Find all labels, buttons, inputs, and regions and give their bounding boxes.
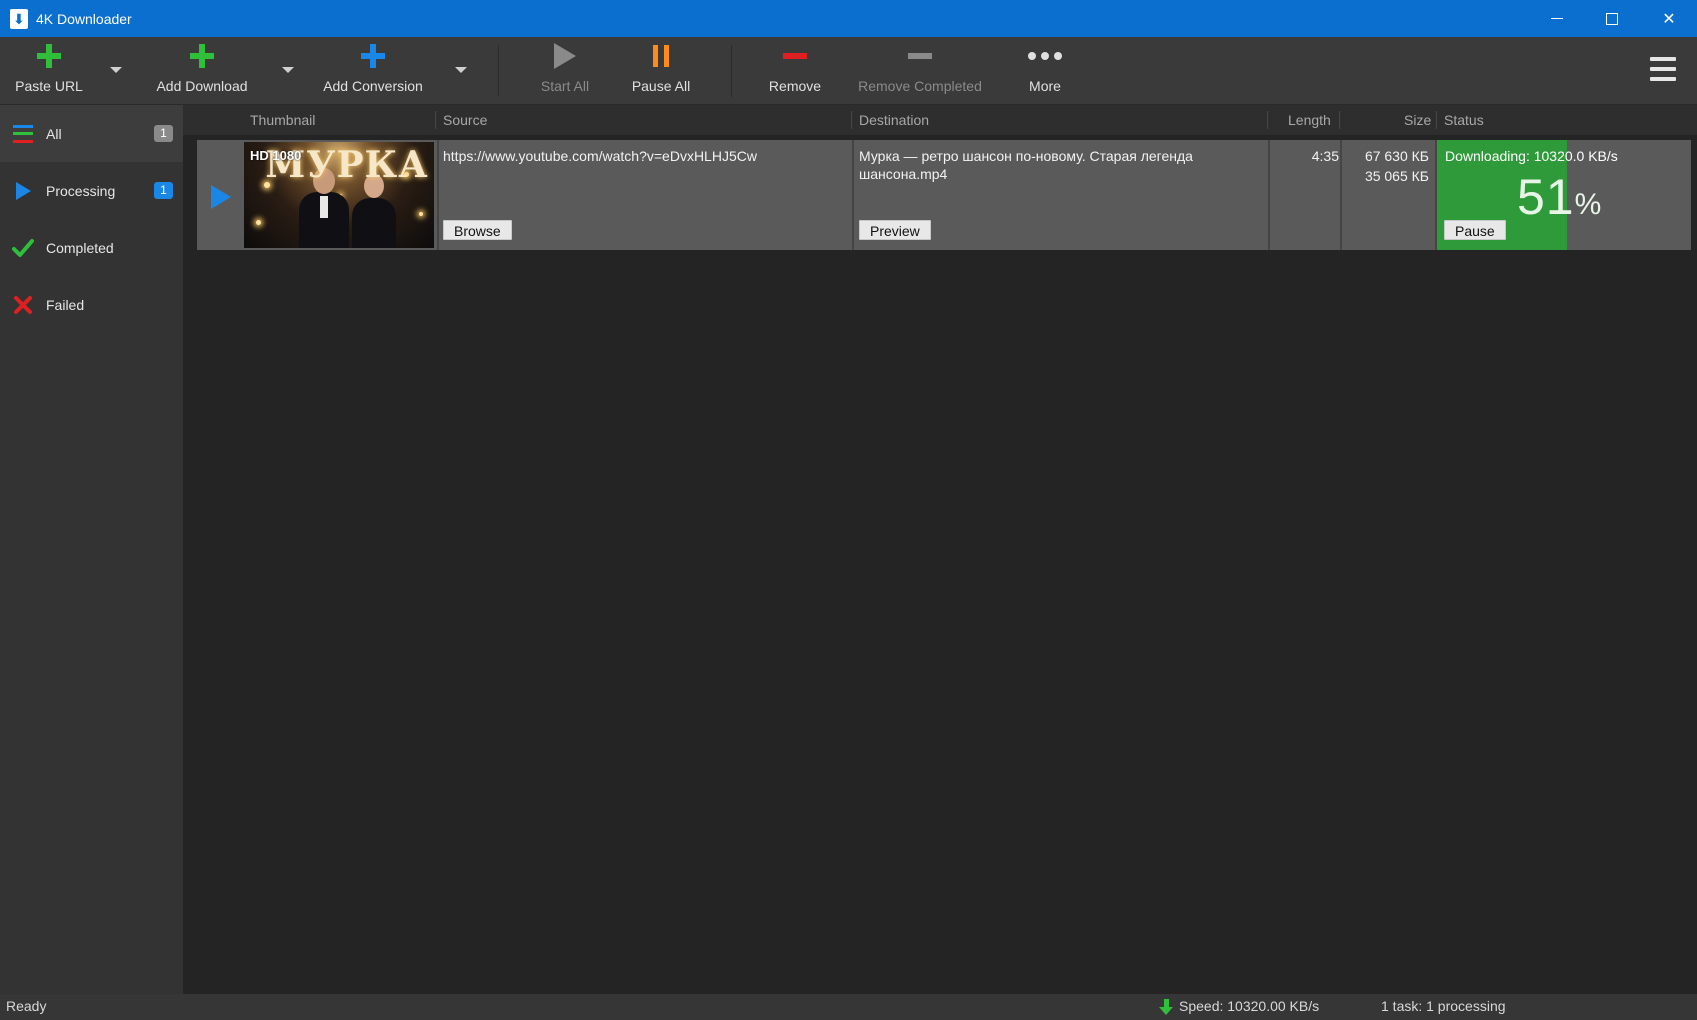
- browse-button[interactable]: Browse: [443, 220, 512, 240]
- column-header-thumbnail[interactable]: Thumbnail: [250, 105, 315, 135]
- add-conversion-button[interactable]: Add Conversion: [321, 37, 425, 105]
- cell-divider: [852, 140, 854, 250]
- column-header-source[interactable]: Source: [443, 105, 487, 135]
- cell-divider: [437, 140, 439, 250]
- sidebar-item-all[interactable]: All 1: [0, 105, 183, 162]
- table-row[interactable]: МУРКА HD 1080 https://www.youtube.com/wa…: [197, 140, 1691, 250]
- add-conversion-dropdown-icon[interactable]: [455, 67, 467, 73]
- play-icon[interactable]: [211, 185, 231, 209]
- paste-url-button[interactable]: Paste URL: [14, 37, 84, 105]
- quality-badge: HD 1080: [250, 148, 302, 163]
- list-icon: [12, 123, 34, 145]
- table-header: Thumbnail Source Destination Length Size…: [183, 105, 1697, 135]
- start-all-label: Start All: [540, 78, 590, 94]
- column-header-destination[interactable]: Destination: [859, 105, 929, 135]
- plus-green-icon: [190, 44, 214, 68]
- pause-button[interactable]: Pause: [1444, 220, 1506, 240]
- status-ready: Ready: [6, 998, 47, 1014]
- maximize-icon: [1606, 12, 1618, 25]
- paste-url-label: Paste URL: [15, 78, 83, 94]
- toolbar-divider: [498, 45, 499, 97]
- minus-gray-icon: [908, 53, 932, 59]
- status-bar: Ready Speed: 10320.00 KB/s 1 task: 1 pro…: [0, 994, 1697, 1020]
- more-label: More: [1029, 78, 1061, 94]
- minus-red-icon: [783, 53, 807, 59]
- destination-filename: Мурка — ретро шансон по-новому. Старая л…: [859, 148, 1193, 182]
- add-download-dropdown-icon[interactable]: [282, 67, 294, 73]
- sidebar-item-completed[interactable]: Completed: [0, 219, 183, 276]
- status-tasks: 1 task: 1 processing: [1381, 998, 1506, 1014]
- sidebar-item-processing[interactable]: Processing 1: [0, 162, 183, 219]
- column-header-size[interactable]: Size: [1404, 105, 1431, 135]
- status-text: Downloading: 10320.0 KB/s: [1445, 148, 1618, 164]
- preview-button[interactable]: Preview: [859, 220, 931, 240]
- sidebar-item-label: Completed: [46, 239, 114, 256]
- toolbar-divider: [731, 45, 732, 97]
- plus-blue-icon: [361, 44, 385, 68]
- minimize-button[interactable]: [1529, 0, 1585, 37]
- size-downloaded: 35 065 КБ: [1364, 168, 1429, 184]
- progress-percent: 51%: [1517, 168, 1602, 226]
- pause-all-button[interactable]: Pause All: [628, 37, 694, 105]
- video-thumbnail: МУРКА HD 1080: [244, 142, 434, 248]
- pause-all-label: Pause All: [631, 78, 691, 94]
- status-cell: Downloading: 10320.0 KB/s 51% Pause: [1437, 140, 1691, 250]
- status-speed: Speed: 10320.00 KB/s: [1179, 998, 1320, 1014]
- percent-value: 51: [1517, 169, 1575, 225]
- sidebar-item-label: Failed: [46, 296, 85, 313]
- paste-url-dropdown-icon[interactable]: [110, 67, 122, 73]
- more-button[interactable]: More: [1020, 37, 1070, 105]
- remove-label: Remove: [768, 78, 822, 94]
- plus-green-icon: [37, 44, 61, 68]
- count-badge: 1: [154, 182, 173, 199]
- remove-completed-label: Remove Completed: [858, 78, 982, 94]
- close-button[interactable]: ✕: [1641, 0, 1697, 37]
- pause-icon: [653, 45, 669, 67]
- percent-sign: %: [1574, 188, 1603, 221]
- more-dots-icon: [1028, 52, 1062, 60]
- download-list: [183, 135, 1697, 994]
- title-bar: ⬇ 4K Downloader ✕: [0, 0, 1697, 37]
- sidebar-item-failed[interactable]: Failed: [0, 276, 183, 333]
- add-download-label: Add Download: [156, 78, 248, 94]
- column-header-length[interactable]: Length: [1288, 105, 1331, 135]
- column-divider[interactable]: [851, 111, 852, 129]
- column-divider[interactable]: [1267, 111, 1268, 129]
- column-header-status[interactable]: Status: [1444, 105, 1484, 135]
- cell-divider: [1340, 140, 1342, 250]
- count-badge: 1: [154, 125, 173, 142]
- app-logo-icon: ⬇: [10, 8, 28, 29]
- check-icon: [12, 237, 34, 259]
- source-url: https://www.youtube.com/watch?v=eDvxHLHJ…: [443, 148, 757, 164]
- sidebar-item-label: Processing: [46, 182, 116, 199]
- size-total: 67 630 КБ: [1364, 148, 1429, 164]
- maximize-button[interactable]: [1584, 0, 1640, 37]
- column-divider[interactable]: [1339, 111, 1340, 129]
- close-icon: ✕: [1662, 10, 1676, 28]
- column-divider[interactable]: [435, 111, 436, 129]
- start-all-button[interactable]: Start All: [535, 37, 595, 105]
- remove-completed-button[interactable]: Remove Completed: [855, 37, 985, 105]
- remove-button[interactable]: Remove: [765, 37, 825, 105]
- add-download-button[interactable]: Add Download: [150, 37, 254, 105]
- hamburger-icon[interactable]: [1650, 57, 1676, 81]
- add-conversion-label: Add Conversion: [323, 78, 423, 94]
- play-icon: [12, 180, 34, 202]
- play-icon: [554, 43, 576, 69]
- sidebar-item-label: All: [46, 125, 62, 142]
- sidebar: All 1 Processing 1 Completed Failed: [0, 105, 183, 994]
- toolbar: Paste URL Add Download Add Conversion St…: [0, 37, 1697, 105]
- column-divider[interactable]: [1436, 111, 1437, 129]
- length-value: 4:35: [1311, 148, 1339, 164]
- window-title: 4K Downloader: [36, 10, 132, 27]
- cell-divider: [1268, 140, 1270, 250]
- x-icon: [12, 294, 34, 316]
- minimize-icon: [1551, 18, 1563, 19]
- download-arrow-icon: [1159, 999, 1173, 1015]
